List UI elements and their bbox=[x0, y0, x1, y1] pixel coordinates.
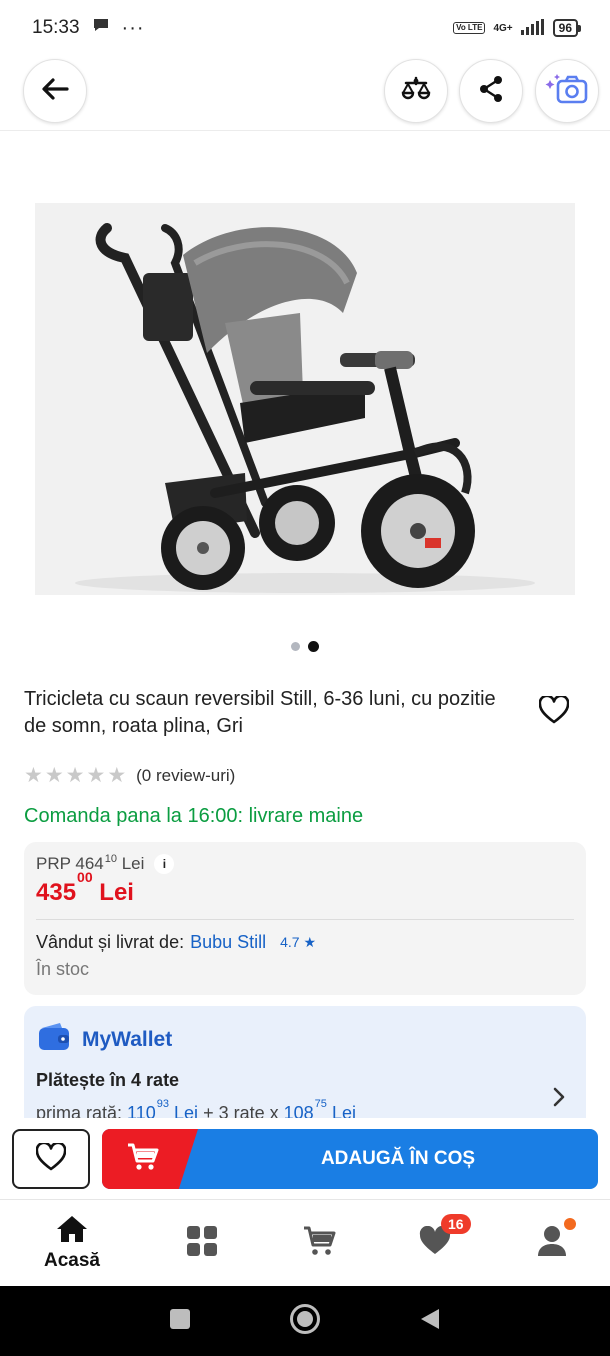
nav-favorites[interactable]: 16 bbox=[377, 1200, 493, 1286]
star-filled-icon: ★ bbox=[303, 934, 317, 950]
cart-icon bbox=[302, 1225, 336, 1262]
add-to-cart-button[interactable]: ADAUGĂ ÎN COȘ bbox=[102, 1129, 598, 1189]
back-system-button[interactable] bbox=[419, 1307, 441, 1336]
chevron-right-icon bbox=[552, 1086, 566, 1113]
add-to-favorites-button[interactable] bbox=[536, 694, 572, 730]
compare-button[interactable] bbox=[384, 59, 448, 123]
wallet-card[interactable]: MyWallet Plătește în 4 rate prima rată: … bbox=[24, 1006, 586, 1118]
nav-categories[interactable] bbox=[144, 1200, 260, 1286]
status-bar: 15:33 ··· Vo LTE 4G+ 96 bbox=[0, 0, 610, 56]
delivery-info: Comanda pana la 16:00: livrare maine bbox=[24, 805, 364, 827]
signal-icon bbox=[520, 18, 545, 38]
nav-cart[interactable] bbox=[261, 1200, 377, 1286]
star-icon: ★ bbox=[65, 764, 85, 787]
nav-account[interactable] bbox=[494, 1200, 610, 1286]
star-icon: ★ bbox=[44, 764, 64, 787]
action-bar: ADAUGĂ ÎN COȘ bbox=[0, 1118, 610, 1200]
favorites-badge: 16 bbox=[441, 1214, 471, 1234]
nav-home[interactable]: Acasă bbox=[14, 1200, 130, 1286]
installments-detail: prima rată: 11093 Lei + 3 rate x 10875 L… bbox=[36, 1098, 356, 1118]
star-icon: ★ bbox=[24, 764, 43, 787]
wishlist-button[interactable] bbox=[12, 1129, 90, 1189]
grid-icon bbox=[186, 1225, 218, 1262]
carousel-dot-active[interactable] bbox=[308, 641, 319, 652]
product-image[interactable] bbox=[35, 203, 575, 595]
info-icon[interactable]: i bbox=[154, 854, 175, 874]
scale-balance-icon bbox=[400, 73, 432, 110]
volte-icon: Vo LTE bbox=[453, 22, 486, 34]
current-price: 43500 Lei bbox=[36, 869, 134, 906]
notification-dot bbox=[564, 1218, 576, 1230]
recommended-price: PRP 464 10 Lei i bbox=[36, 853, 175, 874]
product-title: Tricicleta cu scaun reversibil Still, 6-… bbox=[24, 688, 496, 737]
recent-apps-button[interactable] bbox=[169, 1308, 191, 1335]
arrow-left-icon bbox=[39, 73, 71, 110]
share-button[interactable] bbox=[459, 59, 523, 123]
rating-row[interactable]: ★ ★ ★ ★ ★ (0 review-uri) bbox=[24, 764, 235, 787]
camera-sparkle-icon bbox=[545, 72, 589, 111]
home-system-button[interactable] bbox=[289, 1303, 321, 1340]
battery-icon: 96 bbox=[552, 19, 582, 37]
bottom-navigation: Acasă 16 bbox=[0, 1200, 610, 1286]
system-navigation-bar bbox=[0, 1286, 610, 1356]
seller-info: Vândut și livrat de: Bubu Still 4.7 ★ bbox=[36, 932, 317, 953]
review-count[interactable]: (0 review-uri) bbox=[136, 766, 235, 786]
carousel-indicator bbox=[0, 641, 610, 652]
carousel-dot[interactable] bbox=[291, 642, 300, 651]
star-icon: ★ bbox=[107, 764, 127, 787]
visual-search-button[interactable] bbox=[535, 59, 599, 123]
top-bar bbox=[0, 58, 610, 128]
stock-status: În stoc bbox=[36, 959, 90, 979]
price-card: PRP 464 10 Lei i 43500 Lei Vândut și livr… bbox=[24, 842, 586, 995]
heart-outline-icon bbox=[538, 694, 570, 729]
wallet-icon bbox=[38, 1022, 70, 1057]
nav-home-label: Acasă bbox=[44, 1249, 100, 1271]
network-type: 4G+ bbox=[493, 22, 513, 34]
share-icon bbox=[476, 74, 506, 109]
seller-rating: 4.7 ★ bbox=[280, 934, 317, 950]
status-time: 15:33 bbox=[32, 17, 80, 38]
home-icon bbox=[56, 1215, 88, 1248]
back-button[interactable] bbox=[23, 59, 87, 123]
add-to-cart-label: ADAUGĂ ÎN COȘ bbox=[320, 1148, 476, 1169]
installments-title: Plătește în 4 rate bbox=[36, 1070, 180, 1090]
seller-link[interactable]: Bubu Still bbox=[190, 932, 266, 953]
wallet-name: MyWallet bbox=[82, 1027, 173, 1051]
heart-outline-icon bbox=[35, 1141, 67, 1176]
more-notifications-icon: ··· bbox=[121, 16, 145, 39]
star-icon: ★ bbox=[86, 764, 106, 787]
user-icon bbox=[537, 1225, 567, 1262]
cart-icon bbox=[126, 1142, 160, 1177]
chat-notification-icon bbox=[92, 16, 110, 40]
